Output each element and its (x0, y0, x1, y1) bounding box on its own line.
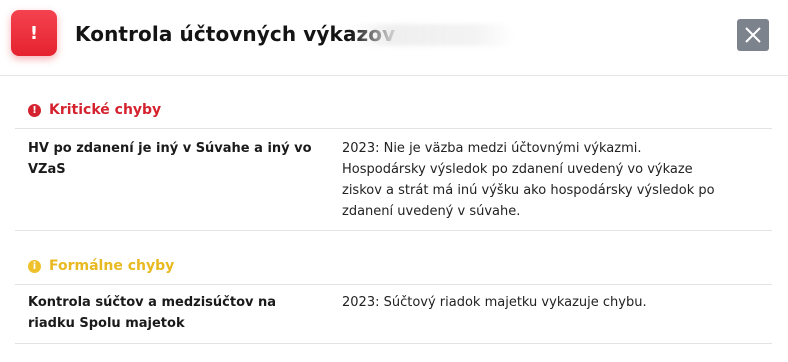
section-title-critical: ! Kritické chyby (28, 102, 161, 118)
divider (15, 343, 772, 344)
divider (15, 284, 772, 285)
error-row-description: 2023: Súčtový riadok majetku vykazuje ch… (342, 295, 647, 310)
redacted-title-suffix (350, 24, 515, 46)
error-row-label: Kontrola súčtov a medzisúčtov na riadku … (28, 295, 277, 331)
section-title-label: Formálne chyby (49, 258, 175, 274)
error-icon: ! (28, 103, 41, 117)
close-icon (745, 27, 761, 43)
warning-icon: i (28, 259, 41, 273)
dialog-title: Kontrola účtovných výkazov (75, 22, 396, 46)
section-title-formal: i Formálne chyby (28, 258, 174, 274)
alert-icon: ! (11, 10, 57, 56)
close-button[interactable] (737, 19, 769, 51)
divider (15, 128, 772, 129)
divider (15, 230, 772, 231)
dialog-header: ! Kontrola účtovných výkazov (0, 0, 788, 76)
error-row-label: HV po zdanení je iný v Súvahe a iný vo V… (28, 141, 312, 177)
error-row-description: 2023: Nie je väzba medzi účtovnými výkaz… (342, 141, 715, 219)
section-title-label: Kritické chyby (49, 102, 162, 118)
